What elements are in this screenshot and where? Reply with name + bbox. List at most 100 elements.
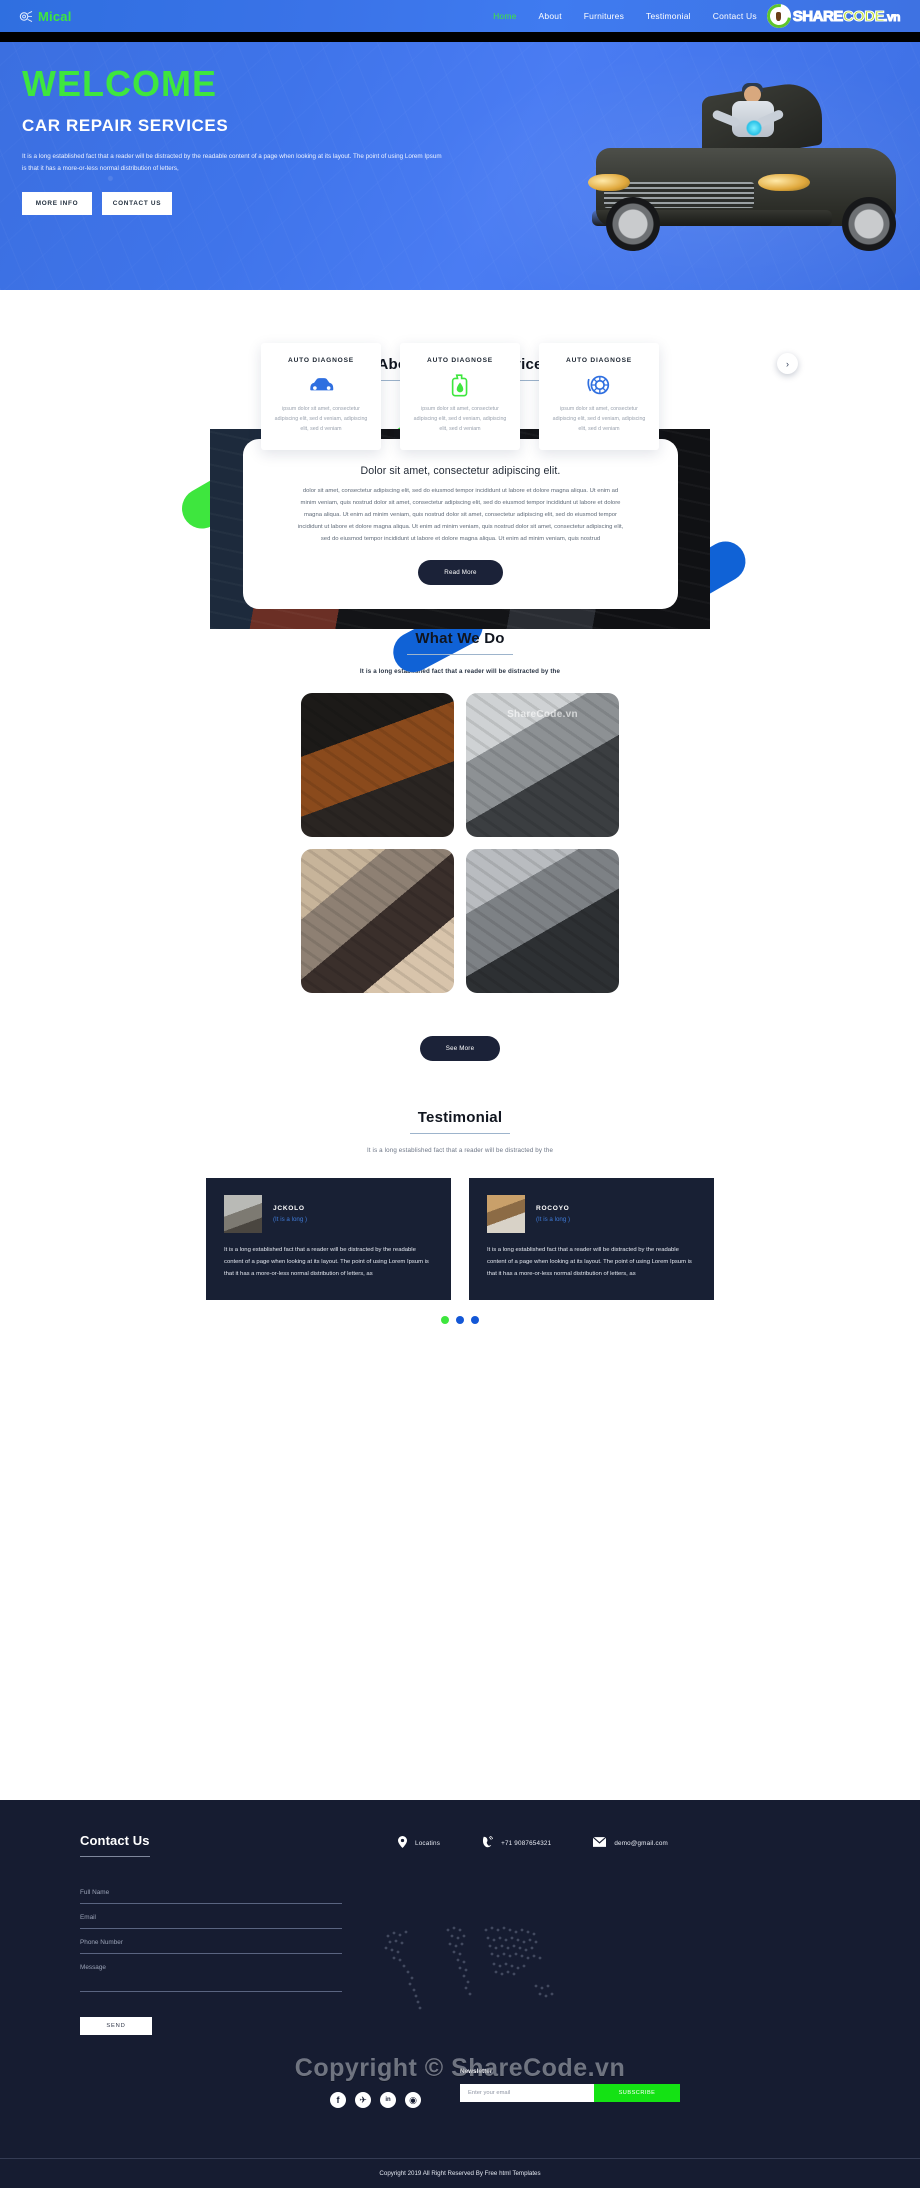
testimonial-name: JCKOLO (273, 1205, 305, 1212)
service-card-title: AUTO DIAGNOSE (288, 357, 354, 364)
nav-item-contact-us[interactable]: Contact Us (713, 11, 757, 21)
sharecode-text-1: SHARE (792, 7, 844, 25)
linkedin-icon[interactable]: in (380, 2092, 396, 2108)
gallery-tile-transmission[interactable] (466, 849, 619, 993)
testimonial-name: ROCOYO (536, 1205, 570, 1212)
copyright-bar: Copyright 2019 All Right Reserved By Fre… (0, 2158, 920, 2188)
contact-us-button[interactable]: CONTACT US (102, 191, 172, 215)
envelope-icon (592, 1836, 607, 1849)
what-we-do-section: What We Do It is a long established fact… (0, 620, 920, 1061)
what-we-do-heading: What We Do (407, 630, 513, 655)
hero-title: CAR REPAIR SERVICES (22, 116, 229, 135)
brand-logo-group[interactable]: Mical (18, 9, 72, 24)
main-nav: Home About Furnitures Testimonial Contac… (493, 11, 757, 21)
subscribe-button[interactable]: SUBSCRIBE (594, 2084, 680, 2102)
car-headlight-left (588, 174, 630, 191)
black-divider-bar (0, 32, 920, 42)
service-card[interactable]: AUTO DIAGNOSE ipsum dolor sit amet, cons… (539, 343, 659, 451)
about-card-title: Dolor sit amet, consectetur adipiscing e… (360, 465, 561, 477)
wwd-heading-wrap: What We Do It is a long established fact… (0, 630, 920, 675)
testimonial-card: JCKOLO (It is a long ) It is a long esta… (206, 1178, 451, 1301)
service-card[interactable]: AUTO DIAGNOSE ipsum dolor sit amet, cons… (261, 343, 381, 451)
about-visual-stage: Dolor sit amet, consectetur adipiscing e… (174, 392, 753, 680)
service-card[interactable]: AUTO DIAGNOSE ipsum dolor sit amet, cons… (400, 343, 520, 451)
testimonial-heading: Testimonial (409, 1109, 511, 1134)
gallery-grid: ShareCode.vn (301, 693, 619, 993)
world-map-graphic (360, 1908, 570, 2023)
more-info-button[interactable]: MORE INFO (22, 191, 92, 215)
message-input[interactable] (80, 1954, 342, 1992)
service-card-text: ipsum dolor sit amet, consectetur adipis… (274, 406, 368, 432)
testimonial-text: It is a long established fact that a rea… (487, 1247, 692, 1277)
contact-location-label: Locatins (415, 1839, 441, 1847)
social-links: f ✈ in ◉ (330, 2092, 421, 2108)
nav-item-home[interactable]: Home (493, 11, 516, 21)
service-card-title: AUTO DIAGNOSE (566, 357, 632, 364)
pagination-dot-1[interactable] (441, 1316, 449, 1325)
about-content-card: Dolor sit amet, consectetur adipiscing e… (243, 439, 678, 610)
gallery-tile-engine-bay[interactable] (301, 693, 454, 837)
nav-item-furnitures[interactable]: Furnitures (584, 11, 624, 21)
facebook-icon[interactable]: f (330, 2092, 346, 2108)
phone-icon (482, 1835, 494, 1850)
pagination-dot-3[interactable] (471, 1316, 479, 1325)
nav-item-about[interactable]: About (539, 11, 562, 21)
testimonial-subheading: It is a long established fact that a rea… (366, 1147, 554, 1154)
sharecode-badge-icon (766, 4, 791, 28)
copyright-text: Copyright 2019 All Right Reserved By Fre… (379, 2170, 541, 2177)
gallery-tile-wheel-alignment[interactable]: ShareCode.vn (466, 693, 619, 837)
service-card-text: ipsum dolor sit amet, consectetur adipis… (413, 406, 507, 432)
contact-location[interactable]: Locatins (398, 1836, 440, 1850)
car-headlight-right (758, 174, 810, 191)
avatar (224, 1195, 262, 1233)
testimonial-cards: JCKOLO (It is a long ) It is a long esta… (0, 1178, 920, 1301)
contact-email[interactable]: demo@gmail.com (592, 1836, 668, 1849)
gear-icon (18, 10, 33, 23)
service-card-title: AUTO DIAGNOSE (427, 357, 493, 364)
wheel-icon (549, 371, 649, 399)
twitter-icon[interactable]: ✈ (355, 2092, 371, 2108)
email-input[interactable] (80, 1904, 342, 1929)
gallery-tile-brake-repair[interactable] (301, 849, 454, 993)
footer-section: Contact Us Locatins +71 9087654321 demo@… (0, 1800, 920, 2188)
car-wheel-rear (842, 197, 896, 251)
see-more-button[interactable]: See More (419, 1036, 501, 1061)
what-we-do-subheading: It is a long established fact that a rea… (359, 668, 561, 675)
contact-email-label: demo@gmail.com (614, 1839, 668, 1847)
mechanic-figure (711, 83, 790, 158)
testimonial-pagination-dots (0, 1316, 920, 1325)
send-button[interactable]: SEND (80, 2017, 152, 2035)
about-card-text: dolor sit amet, consectetur adipiscing e… (297, 488, 624, 543)
read-more-button[interactable]: Read More (418, 560, 503, 586)
newsletter-block: Newsletter SUBSCRIBE (460, 2068, 680, 2102)
sharecode-watermark-logo: SHARECODE.vn (766, 0, 902, 32)
contact-phone-label: +71 9087654321 (501, 1839, 552, 1847)
testimonial-card: ROCOYO (It is a long ) It is a long esta… (469, 1178, 714, 1301)
brand-name: Mical (38, 8, 72, 24)
newsletter-title: Newsletter (460, 2068, 493, 2075)
testimonial-role: (It is a long ) (273, 1216, 308, 1223)
full-name-input[interactable] (80, 1879, 342, 1904)
hero-paragraph: It is a long established fact that a rea… (22, 153, 442, 173)
sharecode-text-2: CODE (842, 7, 885, 25)
carousel-next-button[interactable]: › (777, 353, 798, 374)
oil-can-icon (410, 371, 510, 399)
hero-section: WELCOME CAR REPAIR SERVICES It is a long… (0, 42, 920, 290)
about-section: About Our Car Service Dolor sit amet, co… (0, 290, 920, 680)
pagination-dot-2[interactable] (456, 1316, 464, 1325)
contact-phone[interactable]: +71 9087654321 (482, 1835, 552, 1850)
hero-welcome-text: WELCOME (22, 63, 217, 104)
nav-item-testimonial[interactable]: Testimonial (646, 11, 691, 21)
location-pin-icon (398, 1836, 407, 1850)
car-illustration (582, 78, 912, 261)
newsletter-email-input[interactable] (460, 2084, 594, 2102)
testimonial-section: Testimonial It is a long established fac… (0, 1061, 920, 1325)
footer-contact-info: Locatins +71 9087654321 demo@gmail.com (398, 1835, 668, 1850)
service-cards-carousel: AUTO DIAGNOSE ipsum dolor sit amet, cons… (0, 343, 920, 451)
phone-number-input[interactable] (80, 1929, 342, 1954)
tile-watermark: ShareCode.vn (507, 709, 578, 720)
service-card-text: ipsum dolor sit amet, consectetur adipis… (552, 406, 646, 432)
car-wheel-front (606, 197, 660, 251)
instagram-icon[interactable]: ◉ (405, 2092, 421, 2108)
top-navigation-bar: Mical Home About Furnitures Testimonial … (0, 0, 920, 32)
